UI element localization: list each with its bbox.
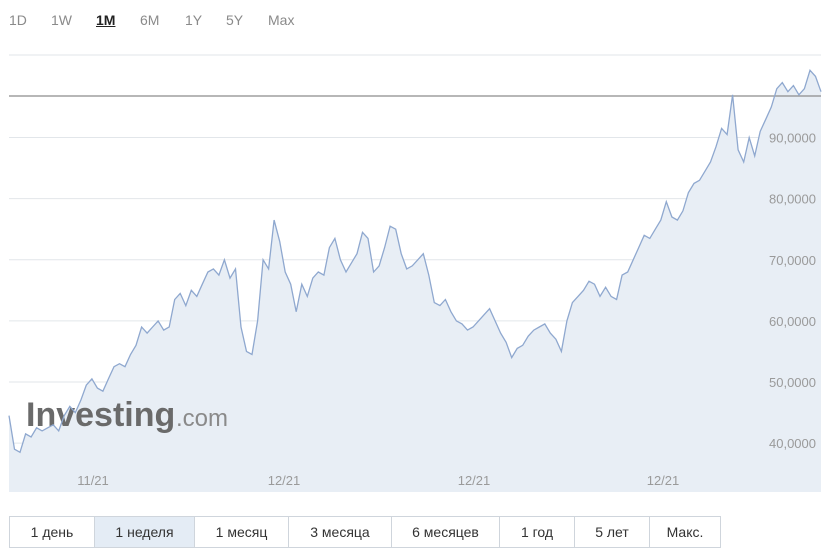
period-tab-1-week[interactable]: 1 неделя	[95, 517, 195, 547]
period-tab-max[interactable]: Макс.	[650, 517, 720, 547]
range-tab-1d[interactable]: 1D	[9, 12, 27, 28]
watermark-suffix: .com	[176, 405, 228, 432]
y-tick-label: 90,0000	[769, 131, 816, 146]
x-tick-label: 12/21	[647, 473, 680, 488]
range-tab-1w[interactable]: 1W	[51, 12, 72, 28]
range-tab-1m[interactable]: 1M	[96, 12, 115, 28]
period-tab-5-years[interactable]: 5 лет	[575, 517, 650, 547]
watermark-brand: Investing	[26, 396, 175, 434]
range-tab-5y[interactable]: 5Y	[226, 12, 243, 28]
period-tabs: 1 день 1 неделя 1 месяц 3 месяца 6 месяц…	[9, 516, 721, 548]
period-tab-1-day[interactable]: 1 день	[10, 517, 95, 547]
price-chart: Investing .com 40,0000 50,0000 60,0000 70,0…	[8, 52, 822, 492]
period-tab-1-year[interactable]: 1 год	[500, 517, 575, 547]
x-tick-label: 12/21	[268, 473, 301, 488]
range-tab-max[interactable]: Max	[268, 12, 294, 28]
y-tick-label: 70,0000	[769, 253, 816, 268]
y-tick-label: 60,0000	[769, 314, 816, 329]
x-tick-label: 12/21	[458, 473, 491, 488]
x-tick-label: 11/21	[77, 473, 109, 488]
y-tick-label: 40,0000	[769, 436, 816, 451]
range-tab-1y[interactable]: 1Y	[185, 12, 202, 28]
period-tab-6-months[interactable]: 6 месяцев	[392, 517, 500, 547]
period-tab-3-months[interactable]: 3 месяца	[289, 517, 392, 547]
y-tick-label: 50,0000	[769, 375, 816, 390]
period-tab-1-month[interactable]: 1 месяц	[195, 517, 289, 547]
range-tab-6m[interactable]: 6M	[140, 12, 159, 28]
y-tick-label: 80,0000	[769, 192, 816, 207]
